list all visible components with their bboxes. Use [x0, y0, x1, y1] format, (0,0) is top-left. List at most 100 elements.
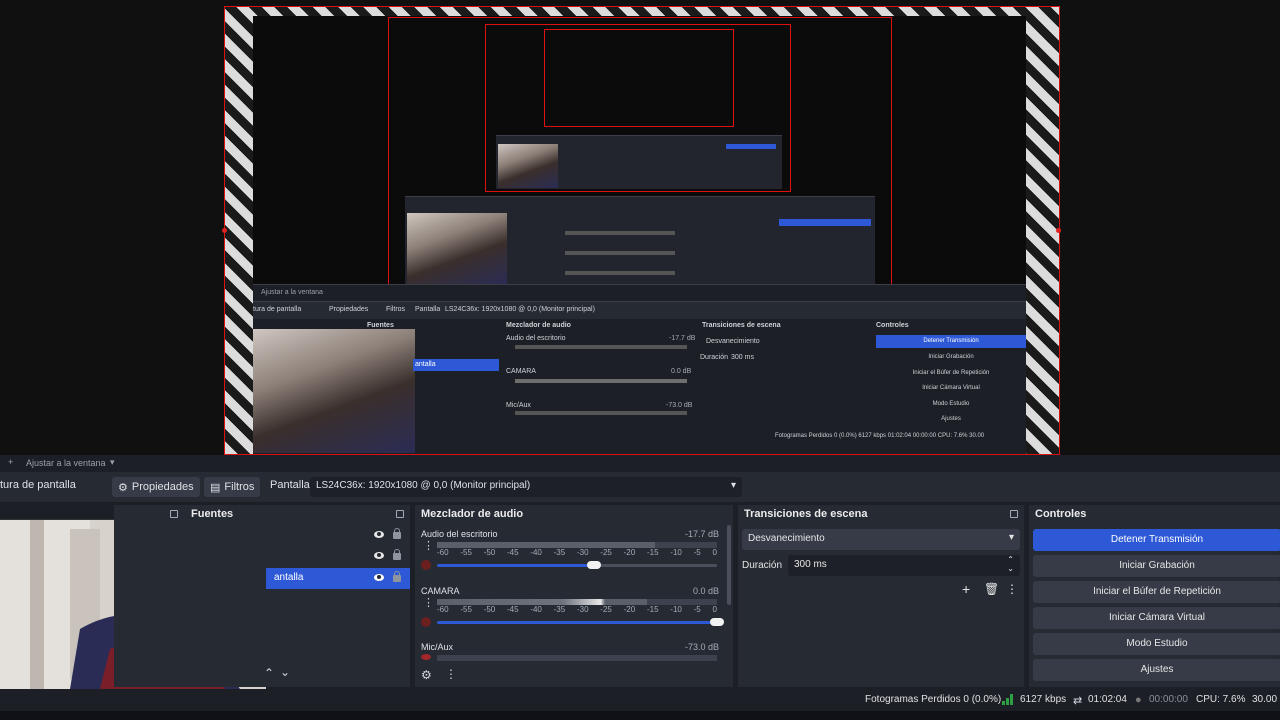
plus-icon[interactable]: +	[8, 457, 13, 467]
nested-duration-label: Duración	[700, 354, 729, 361]
tick-label: -55	[460, 605, 472, 614]
nested-source-selected-label: antalla	[415, 361, 436, 368]
transitions-dock: Transiciones de escena Desvanecimiento ▾…	[738, 505, 1024, 687]
tick-label: -50	[483, 548, 496, 557]
channel-name: Audio del escritorio	[421, 529, 498, 539]
volume-slider[interactable]	[437, 561, 717, 569]
tick-label: -35	[553, 548, 566, 557]
display-select[interactable]: LS24C36x: 1920x1080 @ 0,0 (Monitor princ…	[310, 477, 742, 497]
mute-icon[interactable]	[421, 617, 431, 627]
stream-time: 01:02:04	[1088, 694, 1127, 705]
eye-icon[interactable]	[374, 552, 384, 559]
volume-knob[interactable]	[586, 561, 601, 569]
eye-icon[interactable]	[374, 574, 384, 581]
lock-icon[interactable]	[393, 528, 401, 539]
sources-dock: Fuentes antalla ⌃ ⌄	[114, 505, 410, 687]
nested-control-6: Ajustes	[941, 416, 961, 422]
filters-label: Filtros	[224, 481, 255, 493]
tick-label: -20	[623, 605, 636, 614]
tick-label: -25	[600, 605, 612, 614]
settings-button[interactable]: Ajustes	[1033, 659, 1280, 681]
tick-label: -5	[693, 605, 701, 614]
dock-float-icon[interactable]	[1010, 510, 1018, 518]
fit-to-window-label[interactable]: Ajustar a la ventana	[26, 458, 106, 468]
source-row[interactable]	[266, 546, 410, 567]
lock-icon[interactable]	[393, 571, 401, 582]
mixer-scrollbar[interactable]	[727, 525, 731, 605]
source-toolbar: tura de pantalla ⚙ Propiedades ▤ Filtros…	[0, 472, 1280, 502]
trash-icon[interactable]: 🗑	[984, 582, 999, 596]
bitrate: 6127 kbps	[1020, 694, 1067, 705]
transform-handle-left[interactable]	[222, 228, 227, 233]
controls-dock: Controles Detener Transmisión Iniciar Gr…	[1029, 505, 1280, 687]
channel-db: 0.0 dB	[692, 586, 719, 596]
chevron-down-icon[interactable]: ⌄	[280, 665, 290, 679]
more-icon[interactable]: ⋮	[423, 541, 434, 552]
eye-icon[interactable]	[374, 531, 384, 538]
level-meter	[437, 655, 717, 661]
stream-icon: ⇄	[1073, 695, 1083, 707]
dock-float-icon[interactable]	[396, 510, 404, 518]
more-icon[interactable]: ⋮	[423, 598, 434, 609]
audio-mixer-dock: Mezclador de audio Audio del escritorio -…	[415, 505, 733, 687]
lock-icon[interactable]	[393, 549, 401, 560]
level-ticks: -60 -55 -50 -45 -40 -35 -30 -25 -20 -15 -10 -5 0	[437, 605, 717, 615]
tick-label: -20	[623, 548, 636, 557]
more-icon[interactable]: ⋮	[1006, 582, 1018, 596]
tick-label: -45	[506, 548, 519, 557]
nested-meter-1c	[515, 411, 687, 415]
source-name: antalla	[274, 572, 304, 583]
properties-label: Propiedades	[131, 481, 194, 493]
nested-stop-btn-3	[726, 144, 776, 149]
record-time: 00:00:00	[1149, 694, 1188, 705]
nested-ui-2	[405, 196, 875, 286]
nested-capture-2	[485, 24, 791, 192]
tick-label: -10	[670, 548, 682, 557]
mute-icon[interactable]	[421, 654, 431, 660]
nested-capture-1-content	[405, 24, 875, 286]
preview-canvas[interactable]: Ajustar a la ventana tura de pantalla Pr…	[0, 0, 1280, 455]
filters-button[interactable]: ▤ Filtros	[204, 477, 261, 497]
taskbar	[0, 711, 1280, 720]
stepper-icon[interactable]: ⌃ ⌄	[1007, 555, 1014, 573]
transform-handle-right[interactable]	[1056, 228, 1061, 233]
source-row[interactable]	[266, 525, 410, 546]
nested-ui-3	[496, 135, 782, 189]
start-recording-button[interactable]: Iniciar Grabación	[1033, 555, 1280, 577]
add-icon[interactable]: +	[962, 581, 970, 597]
nested-mixer-ch3: Mic/Aux	[506, 402, 531, 409]
start-replay-buffer-button[interactable]: Iniciar el Búfer de Repetición	[1033, 581, 1280, 603]
nested-transition-value: Desvanecimiento	[706, 338, 760, 345]
transition-select[interactable]: Desvanecimiento ▾	[742, 529, 1020, 550]
dock-float-icon[interactable]	[170, 510, 178, 518]
nested-meter-2a	[565, 231, 675, 235]
up-icon[interactable]: ⌃	[264, 666, 274, 680]
nested-duration-value: 300 ms	[731, 354, 754, 361]
nested-sources-title: Fuentes	[367, 322, 394, 329]
source-row-selected[interactable]: antalla	[266, 568, 410, 589]
nested-mixer-ch1-db: -17.7 dB	[669, 335, 696, 342]
nested-mixer-ch1: Audio del escritorio	[506, 335, 566, 342]
duration-input[interactable]: 300 ms ⌃ ⌄	[788, 555, 1020, 576]
gear-icon[interactable]: ⚙	[421, 668, 432, 682]
nested-stop-btn-2	[779, 219, 871, 226]
chevron-down-icon[interactable]: ▾	[110, 457, 115, 468]
tick-label: 0	[712, 605, 717, 614]
volume-slider-rest	[593, 564, 717, 567]
duration-label: Duración	[742, 560, 783, 571]
volume-knob[interactable]	[710, 618, 724, 626]
properties-button[interactable]: ⚙ Propiedades	[112, 477, 200, 497]
sources-title: Fuentes	[191, 508, 234, 520]
nested-filters-label: Filtros	[386, 306, 406, 313]
nested-control-1: Detener Transmisión	[923, 338, 979, 344]
volume-slider[interactable]	[437, 618, 724, 626]
stop-streaming-button[interactable]: Detener Transmisión	[1033, 529, 1280, 551]
nested-mixer-ch2: CAMARA	[506, 368, 536, 375]
start-virtual-camera-button[interactable]: Iniciar Cámara Virtual	[1033, 607, 1280, 629]
more-icon[interactable]: ⋮	[445, 667, 457, 681]
channel-name: CAMARA	[421, 586, 460, 596]
nested-webcam-3	[498, 144, 558, 188]
studio-mode-button[interactable]: Modo Estudio	[1033, 633, 1280, 655]
mute-icon[interactable]	[421, 560, 431, 570]
tick-label: -60	[437, 548, 449, 557]
